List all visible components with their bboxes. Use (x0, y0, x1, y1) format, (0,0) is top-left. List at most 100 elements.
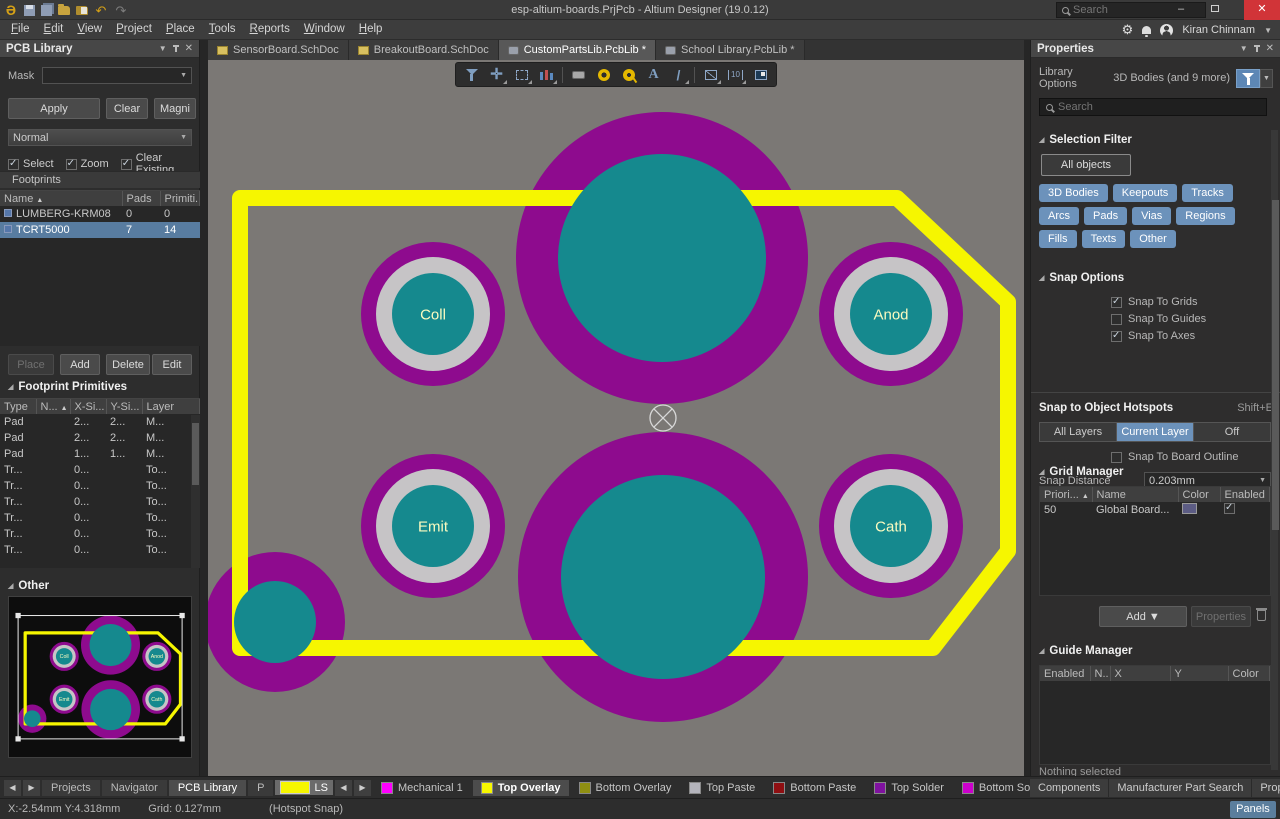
doc-tab-breakoutboard-schdoc[interactable]: BreakoutBoard.SchDoc (349, 40, 499, 60)
layer-tab-bottom-paste[interactable]: Bottom Paste (765, 780, 864, 796)
filter-chip-vias[interactable]: Vias (1132, 207, 1171, 225)
pad-bottom-center[interactable] (561, 475, 765, 679)
doc-tab-sensorboard-schdoc[interactable]: SensorBoard.SchDoc (208, 40, 349, 60)
primitive-row[interactable]: Tr...0...To... (0, 494, 200, 510)
primitives-scrollbar[interactable] (191, 415, 200, 568)
filter-chip-regions[interactable]: Regions (1176, 207, 1234, 225)
footprints-col-primiti[interactable]: Primiti... (160, 191, 200, 206)
menu-window[interactable]: Window (297, 20, 352, 39)
grid-col-enabled[interactable]: Enabled (1220, 487, 1270, 502)
segment-all-layers[interactable]: All Layers (1040, 423, 1117, 441)
mask-combo[interactable]: ▼ (42, 67, 192, 84)
doc-tab-custompartslib-pcblib-[interactable]: CustomPartsLib.PcbLib * (499, 40, 656, 60)
object-filter-dropdown[interactable]: ▼ (1260, 69, 1273, 88)
primitives-col-layer[interactable]: Layer (142, 399, 200, 414)
select-area-icon[interactable] (510, 64, 533, 85)
filter-chip-tracks[interactable]: Tracks (1182, 184, 1233, 202)
panel-tab-navigator[interactable]: Navigator (102, 780, 167, 796)
room-icon[interactable] (749, 64, 772, 85)
layer-tab-top-paste[interactable]: Top Paste (681, 780, 763, 796)
snap-checkbox-snap-to-guides[interactable]: Snap To Guides (1111, 313, 1271, 325)
all-objects-button[interactable]: All objects (1041, 154, 1131, 176)
layer-tab-bottom-solder[interactable]: Bottom Solder (954, 780, 1030, 796)
guide-manager-table[interactable]: EnabledN..XYColor (1039, 665, 1271, 765)
string-icon[interactable]: A (642, 64, 665, 85)
primitives-col-xsi[interactable]: X-Si... (70, 399, 106, 414)
guide-col-n[interactable]: N.. (1090, 666, 1110, 681)
notifications-bell-icon[interactable] (1142, 26, 1151, 34)
snap-options-section-header[interactable]: ◢ Snap Options (1039, 272, 1124, 284)
save-icon[interactable] (24, 5, 35, 16)
move-icon[interactable]: ✛ (485, 64, 508, 85)
panels-button[interactable]: Panels (1230, 801, 1276, 818)
primitives-table[interactable]: TypeN... ▲X-Si...Y-Si...LayerPad2...2...… (0, 398, 200, 568)
footprint-row-tcrt5000[interactable]: TCRT5000714 (0, 222, 200, 238)
add-button[interactable]: Add (60, 354, 100, 375)
redo-icon[interactable]: ↷ (114, 3, 128, 17)
footprints-table[interactable]: Name ▲PadsPrimiti...LUMBERG-KRM0800TCRT5… (0, 190, 200, 346)
primitive-row[interactable]: Tr...0...To... (0, 462, 200, 478)
primitive-row[interactable]: Tr...0...To... (0, 478, 200, 494)
delete-button[interactable]: Delete (106, 354, 150, 375)
union-icon[interactable] (535, 64, 558, 85)
altium-logo-icon[interactable]: Ә (4, 3, 18, 17)
pcb-footprint-drawing[interactable]: CollAnodEmitCath (208, 60, 1024, 776)
pad-top-center[interactable] (89, 624, 131, 666)
primitives-col-ysi[interactable]: Y-Si... (106, 399, 142, 414)
panel-tab-components[interactable]: Components (1030, 779, 1109, 797)
filter-chip-arcs[interactable]: Arcs (1039, 207, 1079, 225)
panel-tab-projects[interactable]: Projects (42, 780, 100, 796)
pcb-editor-canvas[interactable]: CollAnodEmitCath ✛A/10 (208, 60, 1024, 776)
panel-menu-icon[interactable]: ▼ (159, 44, 167, 53)
footprint-primitives-section-header[interactable]: ◢ Footprint Primitives (8, 381, 127, 393)
place-button[interactable]: Place (8, 354, 54, 375)
layer-scroll-right-arrow[interactable]: ▶ (354, 780, 371, 796)
pad-corner[interactable] (24, 710, 41, 727)
guide-manager-section-header[interactable]: ◢ Guide Manager (1039, 645, 1132, 657)
magnify-button[interactable]: Magni (154, 98, 196, 119)
layer-tab-bottom-overlay[interactable]: Bottom Overlay (571, 780, 680, 796)
grid-col-color[interactable]: Color (1178, 487, 1220, 502)
grid-row-50[interactable]: 50Global Board... (1040, 502, 1270, 518)
snap-board-outline-checkbox[interactable]: Snap To Board Outline (1111, 451, 1238, 463)
footprints-col-pads[interactable]: Pads (122, 191, 160, 206)
apply-button[interactable]: Apply (8, 98, 100, 119)
pad-bottom-center[interactable] (90, 689, 131, 730)
edit-button[interactable]: Edit (152, 354, 192, 375)
panel-pin-icon[interactable] (175, 45, 177, 52)
menu-reports[interactable]: Reports (243, 20, 297, 39)
other-section-header[interactable]: ◢ Other (8, 580, 49, 592)
guide-col-y[interactable]: Y (1170, 666, 1228, 681)
footprint-row-lumberg-krm08[interactable]: LUMBERG-KRM0800 (0, 206, 200, 222)
panel-menu-icon[interactable]: ▼ (1240, 44, 1248, 53)
panel-close-icon[interactable]: ✕ (185, 43, 193, 54)
menu-file[interactable]: File (4, 20, 37, 39)
filter-icon[interactable] (460, 64, 483, 85)
option-select[interactable]: Select (8, 158, 54, 170)
snap-checkbox-snap-to-grids[interactable]: Snap To Grids (1111, 296, 1271, 308)
primitive-row[interactable]: Tr...0...To... (0, 542, 200, 558)
filter-chip-keepouts[interactable]: Keepouts (1113, 184, 1177, 202)
properties-scrollbar[interactable] (1271, 130, 1278, 770)
scroll-left-arrow[interactable]: ◀ (4, 780, 21, 796)
primitives-col-n[interactable]: N... ▲ (36, 399, 70, 414)
pad-icon[interactable] (592, 64, 615, 85)
layer-scroll-left-arrow[interactable]: ◀ (335, 780, 352, 796)
filter-chip-fills[interactable]: Fills (1039, 230, 1077, 248)
grid-properties-button[interactable]: Properties (1191, 606, 1251, 627)
properties-search-box[interactable] (1039, 98, 1267, 116)
settings-gear-icon[interactable]: ⚙ (1122, 22, 1134, 38)
layer-tab-top-overlay[interactable]: Top Overlay (473, 780, 569, 796)
scroll-right-arrow[interactable]: ▶ (23, 780, 40, 796)
grid-add-button[interactable]: Add ▼ (1099, 606, 1187, 627)
save-all-icon[interactable] (41, 5, 52, 16)
segment-current-layer[interactable]: Current Layer (1117, 423, 1194, 441)
panel-tab-properties[interactable]: Properties (1252, 779, 1280, 797)
primitive-row[interactable]: Tr...0...To... (0, 526, 200, 542)
open-folder-icon[interactable] (58, 6, 70, 15)
menu-help[interactable]: Help (352, 20, 390, 39)
snap-checkbox-snap-to-axes[interactable]: Snap To Axes (1111, 330, 1271, 342)
filter-chip-texts[interactable]: Texts (1082, 230, 1126, 248)
user-menu-caret-icon[interactable]: ▼ (1264, 26, 1272, 35)
guide-col-enabled[interactable]: Enabled (1040, 666, 1090, 681)
